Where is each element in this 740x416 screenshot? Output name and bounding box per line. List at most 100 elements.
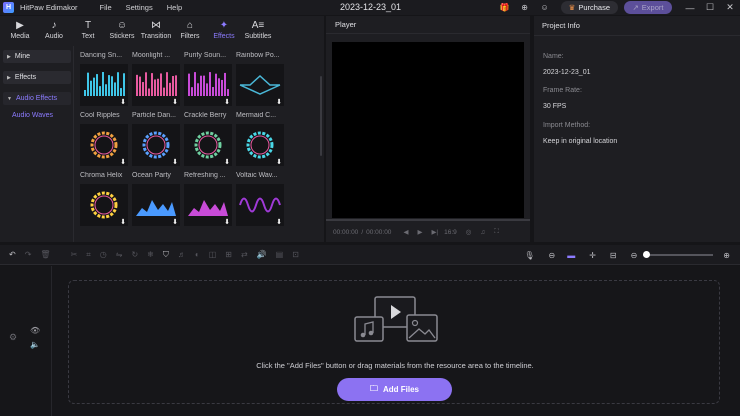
play-icon[interactable]: ▶ bbox=[417, 228, 422, 236]
drop-zone[interactable]: Click the "Add Files" button or drag mat… bbox=[68, 280, 720, 404]
link-icon[interactable]: ⊖ bbox=[548, 251, 555, 260]
account-icon[interactable]: ☺ bbox=[539, 2, 551, 14]
tab-audio[interactable]: ♪ Audio bbox=[37, 16, 71, 44]
fit-timeline-icon[interactable]: ⊟ bbox=[610, 251, 617, 260]
effect-item[interactable]: Chroma Helix ⬇ bbox=[80, 172, 128, 226]
track-settings-icon[interactable]: ⚙ bbox=[9, 332, 17, 343]
download-icon[interactable]: ⬇ bbox=[276, 98, 282, 106]
project-info-panel: Project Info Name: 2023-12-23_01 Frame R… bbox=[534, 16, 740, 242]
prev-frame-icon[interactable]: ◀ bbox=[403, 228, 408, 236]
menu-settings[interactable]: Settings bbox=[126, 3, 153, 12]
download-icon[interactable]: ⬇ bbox=[224, 98, 230, 106]
download-icon[interactable]: ⬇ bbox=[276, 218, 282, 226]
download-icon[interactable]: ⬇ bbox=[120, 98, 126, 106]
eye-icon[interactable]: 👁 bbox=[30, 326, 40, 335]
mask-icon[interactable]: ◫ bbox=[209, 250, 217, 259]
effect-label: Particle Dan... bbox=[132, 112, 176, 119]
track-view-icon[interactable]: ▬ bbox=[567, 251, 575, 260]
scrollbar[interactable] bbox=[320, 76, 322, 156]
snapshot-icon[interactable]: ◎ bbox=[466, 228, 472, 236]
download-icon[interactable]: ⬇ bbox=[276, 158, 282, 166]
gift-icon[interactable]: 🎁 bbox=[499, 2, 511, 14]
next-frame-icon[interactable]: ▶| bbox=[431, 228, 438, 236]
effect-item[interactable]: Cool Ripples ⬇ bbox=[80, 112, 128, 166]
effect-item[interactable]: Rainbow Po... ⬇ bbox=[236, 52, 284, 106]
download-icon[interactable]: ⬇ bbox=[172, 218, 178, 226]
effect-thumbnail: ⬇ bbox=[236, 184, 284, 226]
freeze-icon[interactable]: ❄ bbox=[147, 250, 154, 259]
effect-item[interactable]: Moonlight ... ⬇ bbox=[132, 52, 180, 106]
timeline-toolbar: ↶ ↷ 🗑 ✂ ⌗ ◷ ⇋ ↻ ❄ ⛉ ♬ ◐ ◫ ⊞ ⇄ 🔊 ▤ ⊡ 🎙 ⊖ … bbox=[0, 245, 740, 265]
tab-stickers[interactable]: ☺ Stickers bbox=[105, 16, 139, 44]
delete-icon[interactable]: 🗑 bbox=[40, 250, 50, 259]
effect-item[interactable]: Refreshing ... ⬇ bbox=[184, 172, 232, 226]
speed-icon[interactable]: ◷ bbox=[100, 250, 107, 259]
tab-subtitles[interactable]: A≡ Subtitles bbox=[241, 16, 275, 44]
split-icon[interactable]: ✂ bbox=[71, 250, 78, 259]
effect-item[interactable]: Particle Dan... ⬇ bbox=[132, 112, 180, 166]
effect-label: Dancing Sn... bbox=[80, 52, 123, 59]
menu-help[interactable]: Help bbox=[167, 3, 182, 12]
minimize-button[interactable]: — bbox=[680, 3, 700, 13]
detach-audio-icon[interactable]: ♬ bbox=[178, 250, 186, 259]
download-icon[interactable]: ⬇ bbox=[172, 158, 178, 166]
effects-icon: ✦ bbox=[219, 20, 229, 31]
color-icon[interactable]: ◐ bbox=[195, 250, 200, 259]
download-icon[interactable]: ⬇ bbox=[172, 98, 178, 106]
volume-icon[interactable]: 🔊 bbox=[257, 250, 267, 259]
record-voice-icon[interactable]: 🎙 bbox=[524, 251, 534, 260]
download-icon[interactable]: ⬇ bbox=[224, 158, 230, 166]
stabilize-icon[interactable]: ⊞ bbox=[225, 250, 232, 259]
effect-item[interactable]: Crackle Berry ⬇ bbox=[184, 112, 232, 166]
total-time: 00:00:00 bbox=[366, 228, 392, 236]
rotate-icon[interactable]: ↻ bbox=[131, 250, 138, 259]
tab-media[interactable]: ▶ Media bbox=[3, 16, 37, 44]
mute-icon[interactable]: 🔈 bbox=[30, 340, 40, 349]
undo-icon[interactable]: ↶ bbox=[9, 250, 16, 259]
redo-icon[interactable]: ↷ bbox=[25, 250, 32, 259]
playback-progress[interactable] bbox=[326, 219, 530, 221]
close-button[interactable]: ✕ bbox=[720, 2, 740, 13]
effect-item[interactable]: Dancing Sn... ⬇ bbox=[80, 52, 128, 106]
sidebar-item-mine[interactable]: ▶ Mine bbox=[3, 50, 71, 63]
tab-transition[interactable]: ⋈ Transition bbox=[139, 16, 173, 44]
snap-icon[interactable]: ✛ bbox=[589, 251, 596, 260]
fullscreen-icon[interactable]: ⛶ bbox=[494, 228, 499, 236]
microphone-icon[interactable]: ♫ bbox=[480, 229, 485, 236]
import-method-label: Import Method: bbox=[543, 122, 591, 129]
zoom-slider[interactable] bbox=[643, 251, 714, 258]
effect-label: Voltaic Wav... bbox=[236, 172, 278, 179]
text-icon: T bbox=[84, 20, 92, 31]
zoom-out-icon[interactable]: ⊖ bbox=[631, 251, 638, 260]
export-button[interactable]: ↗ Export bbox=[624, 1, 672, 14]
zoom-slider-handle[interactable] bbox=[643, 251, 651, 258]
effect-thumbnail: ⬇ bbox=[236, 64, 284, 106]
sidebar-item-effects[interactable]: ▶ Effects bbox=[3, 71, 71, 84]
add-files-button[interactable]: 🗀 Add Files bbox=[337, 378, 452, 401]
tab-effects[interactable]: ✦ Effects bbox=[207, 16, 241, 44]
subtitle-tool-icon[interactable]: ▤ bbox=[276, 250, 284, 259]
effect-item[interactable]: Voltaic Wav... ⬇ bbox=[236, 172, 284, 226]
effect-item[interactable]: Purify Soun... ⬇ bbox=[184, 52, 232, 106]
aspect-ratio[interactable]: 16:9 bbox=[444, 229, 457, 236]
effect-item[interactable]: Mermaid C... ⬇ bbox=[236, 112, 284, 166]
download-icon[interactable]: ⬇ bbox=[120, 218, 126, 226]
effect-item[interactable]: Ocean Party ⬇ bbox=[132, 172, 180, 226]
sidebar-item-audio-waves[interactable]: Audio Waves bbox=[12, 112, 73, 119]
crop-icon[interactable]: ⌗ bbox=[86, 250, 91, 260]
maximize-button[interactable]: ☐ bbox=[700, 2, 720, 13]
tab-text[interactable]: T Text bbox=[71, 16, 105, 44]
shield-icon[interactable]: ⛉ bbox=[163, 250, 169, 260]
reverse-icon[interactable]: ⇄ bbox=[241, 250, 248, 259]
sidebar-item-audio-effects[interactable]: ▼ Audio Effects bbox=[3, 92, 71, 105]
tab-filters[interactable]: ⌂ Filters bbox=[173, 16, 207, 44]
current-time: 00:00:00 bbox=[333, 228, 359, 236]
tts-icon[interactable]: ⊡ bbox=[292, 250, 299, 259]
menu-file[interactable]: File bbox=[100, 3, 112, 12]
download-icon[interactable]: ⬇ bbox=[224, 218, 230, 226]
zoom-in-icon[interactable]: ⊕ bbox=[723, 251, 730, 260]
mirror-icon[interactable]: ⇋ bbox=[116, 250, 123, 259]
download-icon[interactable]: ⬇ bbox=[120, 158, 126, 166]
download-icon[interactable]: ⊕ bbox=[519, 2, 531, 14]
purchase-button[interactable]: ♛ Purchase bbox=[560, 1, 618, 14]
